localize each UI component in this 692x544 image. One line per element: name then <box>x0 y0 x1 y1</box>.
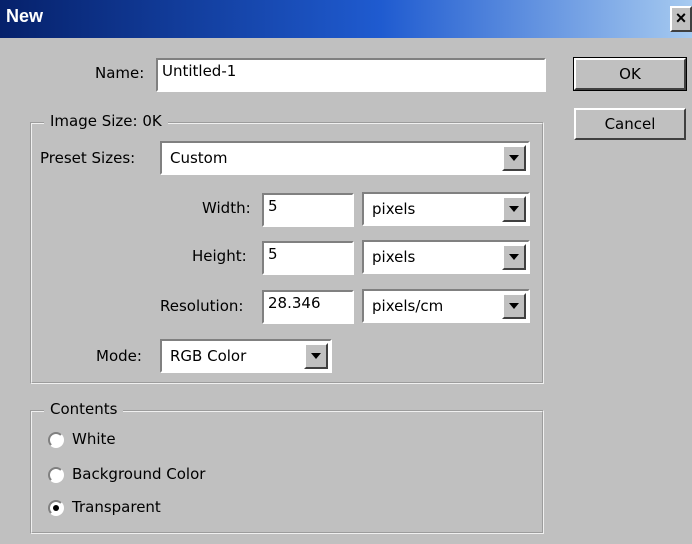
height-label: Height: <box>192 247 247 265</box>
preset-sizes-label: Preset Sizes: <box>40 149 136 167</box>
width-input[interactable]: 5 <box>262 193 354 227</box>
close-button[interactable]: × <box>670 6 692 32</box>
height-input[interactable]: 5 <box>262 241 354 275</box>
mode-label: Mode: <box>96 347 142 365</box>
chevron-down-icon[interactable] <box>304 343 328 369</box>
close-icon: × <box>675 8 687 28</box>
chevron-down-icon[interactable] <box>502 244 526 270</box>
mode-value: RGB Color <box>170 347 247 365</box>
resolution-unit-select[interactable]: pixels/cm <box>362 289 530 323</box>
background-color-label[interactable]: Background Color <box>72 465 205 483</box>
title-bar: New × <box>0 0 692 38</box>
name-label: Name: <box>95 64 145 82</box>
resolution-value: 28.346 <box>268 294 321 312</box>
preset-sizes-select[interactable]: Custom <box>160 141 530 175</box>
width-unit-select[interactable]: pixels <box>362 192 530 226</box>
chevron-down-icon[interactable] <box>502 145 526 171</box>
chevron-down-icon[interactable] <box>502 196 526 222</box>
height-unit-value: pixels <box>372 248 416 266</box>
radio-selected-dot <box>53 505 59 511</box>
name-value: Untitled-1 <box>162 62 237 80</box>
ok-button[interactable]: OK <box>573 57 687 91</box>
preset-sizes-value: Custom <box>170 149 228 167</box>
contents-title: Contents <box>44 400 124 418</box>
transparent-label[interactable]: Transparent <box>72 498 161 516</box>
background-color-radio[interactable] <box>48 467 64 483</box>
cancel-button[interactable]: Cancel <box>574 108 686 140</box>
white-label[interactable]: White <box>72 430 116 448</box>
resolution-input[interactable]: 28.346 <box>262 290 354 324</box>
window-title: New <box>6 6 44 26</box>
image-size-title: Image Size: 0K <box>44 112 168 130</box>
width-value: 5 <box>268 197 278 215</box>
chevron-down-icon[interactable] <box>502 293 526 319</box>
resolution-label: Resolution: <box>160 297 244 315</box>
width-unit-value: pixels <box>372 200 416 218</box>
name-input[interactable]: Untitled-1 <box>156 58 546 92</box>
height-value: 5 <box>268 245 278 263</box>
transparent-radio[interactable] <box>48 500 64 516</box>
width-label: Width: <box>202 199 251 217</box>
mode-select[interactable]: RGB Color <box>160 339 332 373</box>
height-unit-select[interactable]: pixels <box>362 240 530 274</box>
resolution-unit-value: pixels/cm <box>372 297 444 315</box>
white-radio[interactable] <box>48 432 64 448</box>
